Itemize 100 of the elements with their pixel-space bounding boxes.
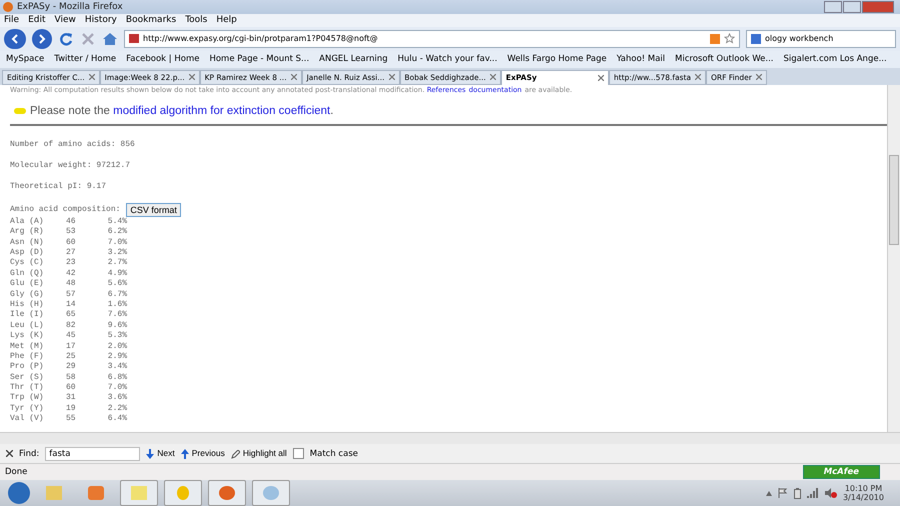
menu-item[interactable]: Help <box>216 15 237 26</box>
next-button[interactable]: Next <box>146 448 175 459</box>
mcafee-badge[interactable]: McAfee <box>802 465 880 480</box>
star-icon[interactable] <box>724 33 735 44</box>
menu-item[interactable]: View <box>54 15 76 26</box>
home-icon[interactable] <box>102 30 118 47</box>
bookmark-item[interactable]: Microsoft Outlook We... <box>675 54 774 64</box>
menu-item[interactable]: Tools <box>185 15 208 26</box>
bookmark-item[interactable]: Home Page - Mount S... <box>209 54 310 64</box>
amino-acid-percent: 6.8% <box>106 372 127 384</box>
amino-acid-name: Val (V) <box>10 414 45 425</box>
amino-acid-name: Lys (K) <box>10 331 45 342</box>
stat-text: Molecular weight: 97212.7 <box>10 160 132 170</box>
rss-icon <box>710 34 720 44</box>
amino-acid-percent: 3.4% <box>106 362 127 373</box>
bookmark-item[interactable]: Facebook | Home <box>126 54 200 64</box>
window-title: ExPASy - Mozilla Firefox <box>17 2 123 12</box>
amino-acid-count: 48 <box>66 279 77 290</box>
stat-text: Number of amino acids: 856 <box>10 140 136 149</box>
menu-item[interactable]: Bookmarks <box>126 15 176 26</box>
previous-button[interactable]: Previous <box>180 448 225 459</box>
close-icon[interactable] <box>598 74 604 81</box>
amino-acid-percent: 5.6% <box>106 279 127 290</box>
amino-acid-percent: 5.3% <box>106 331 127 342</box>
amino-acid-count: 31 <box>66 393 77 404</box>
amino-acid-count: 55 <box>66 414 77 425</box>
amino-acid-percent: 7.6% <box>106 310 127 321</box>
signal-icon[interactable] <box>806 488 819 498</box>
bookmark-item[interactable]: ANGEL Learning <box>319 54 388 64</box>
bookmark-item[interactable]: MySpace <box>6 54 44 64</box>
amino-acid-name: Phe (F) <box>10 352 45 362</box>
match-case-label: Match case <box>310 448 358 459</box>
amino-acid-name: Leu (L) <box>10 320 45 331</box>
amino-acid-count: 27 <box>66 248 77 258</box>
note-text: Please note the modified algorithm for extinction coefficient. <box>30 104 334 117</box>
bookmark-item[interactable]: Sigalert.com Los Ange... <box>783 54 887 64</box>
amino-acid-percent: 3.6% <box>106 393 127 404</box>
amino-acid-count: 65 <box>66 310 77 321</box>
amino-acid-name: Asn (N) <box>10 238 45 248</box>
amino-acid-name: Arg (R) <box>10 227 45 238</box>
bookmark-item[interactable]: Yahoo! Mail <box>616 54 666 64</box>
amino-acid-percent: 2.7% <box>106 258 127 269</box>
amino-acid-name: Gly (G) <box>10 290 45 300</box>
find-field[interactable]: fasta <box>45 446 140 461</box>
back-button[interactable] <box>4 28 26 49</box>
menu-item[interactable]: History <box>84 15 117 26</box>
amino-acid-percent: 9.6% <box>106 320 127 332</box>
find-label: Find: <box>19 448 40 459</box>
amino-acid-count: 45 <box>66 331 77 342</box>
csv-format-button[interactable]: CSV format <box>126 202 181 217</box>
amino-acid-count: 19 <box>66 404 77 414</box>
amino-acid-count: 29 <box>66 362 77 373</box>
volume-muted-icon[interactable] <box>824 488 837 499</box>
search-field[interactable]: ology workbench <box>746 30 896 48</box>
amino-acid-percent: 6.7% <box>106 290 127 300</box>
vertical-scrollbar[interactable] <box>887 84 900 432</box>
amino-acid-count: 42 <box>66 268 77 280</box>
show-hidden-icon[interactable] <box>766 490 772 496</box>
minimize-button[interactable] <box>824 0 842 13</box>
amino-acid-name: Tyr (Y) <box>10 404 45 414</box>
amino-acid-name: Met (M) <box>10 342 45 352</box>
amino-acid-percent: 3.2% <box>106 248 127 258</box>
amino-acid-count: 60 <box>66 383 77 394</box>
close-button[interactable] <box>862 0 894 13</box>
menu-item[interactable]: File <box>4 15 20 26</box>
maximize-button[interactable] <box>843 0 861 13</box>
forward-button[interactable] <box>32 28 52 49</box>
close-icon[interactable] <box>6 450 13 458</box>
menu-item[interactable]: Edit <box>28 15 46 26</box>
flag-icon[interactable] <box>778 488 788 498</box>
reload-icon[interactable] <box>58 30 74 47</box>
amino-acid-name: Cys (C) <box>10 258 45 269</box>
highlight-all-button[interactable]: Highlight all <box>230 448 287 459</box>
amino-acid-name: Asp (D) <box>10 248 45 258</box>
amino-acid-count: 60 <box>66 238 77 248</box>
stop-icon[interactable] <box>80 30 96 47</box>
amino-acid-name: Ser (S) <box>10 372 45 383</box>
horizontal-scrollbar[interactable] <box>0 432 900 444</box>
bookmark-item[interactable]: Wells Fargo Home Page <box>507 54 607 64</box>
site-icon <box>129 34 139 44</box>
amino-acid-count: 17 <box>66 342 77 352</box>
amino-acid-name: His (H) <box>10 300 45 310</box>
amino-acid-count: 23 <box>66 258 77 269</box>
pencil-icon <box>230 450 240 459</box>
amino-acid-percent: 6.2% <box>106 227 127 238</box>
battery-icon[interactable] <box>794 488 801 499</box>
algorithm-link[interactable]: modified algorithm for extinction coefficient <box>113 104 330 117</box>
amino-acid-percent: 2.9% <box>106 352 127 362</box>
address-field[interactable]: http://www.expasy.org/cgi-bin/protparam1?P04578@noft@ <box>124 30 740 48</box>
bookmark-item[interactable]: Hulu - Watch your fav... <box>398 54 498 64</box>
amino-acid-percent: 5.4% <box>106 216 127 228</box>
match-case-checkbox[interactable] <box>292 448 304 460</box>
amino-acid-name: Pro (P) <box>10 362 45 373</box>
bookmark-item[interactable]: Twitter / Home <box>54 54 116 64</box>
amino-acid-percent: 7.0% <box>106 383 127 394</box>
start-button[interactable] <box>8 482 30 504</box>
composition-label: Amino acid composition: <box>10 205 120 214</box>
amino-acid-count: 82 <box>66 320 77 332</box>
amino-acid-name: Ala (A) <box>10 216 45 227</box>
amino-acid-percent: 6.4% <box>106 414 127 425</box>
